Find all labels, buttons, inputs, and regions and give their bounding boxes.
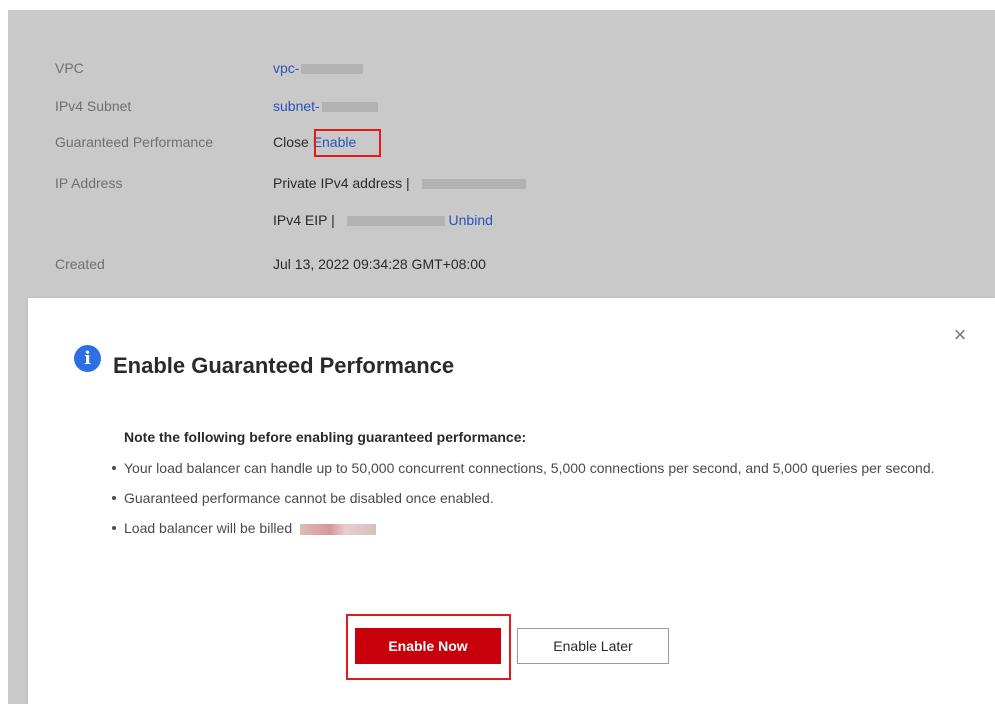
note-list: Your load balancer can handle up to 50,0… [110, 453, 970, 543]
close-icon[interactable]: × [951, 324, 969, 346]
row-guaranteed-performance: Guaranteed Performance Close Enable [8, 130, 995, 154]
private-ipv4-label: Private IPv4 address | [273, 175, 410, 191]
redacted-subnet [321, 102, 378, 113]
created-value: Jul 13, 2022 09:34:28 GMT+08:00 [273, 256, 486, 272]
subnet-link[interactable]: subnet- [273, 98, 320, 114]
enable-later-button[interactable]: Enable Later [517, 628, 669, 664]
enable-performance-dialog: × i Enable Guaranteed Performance Note t… [28, 298, 995, 704]
row-ip-address: IP Address Private IPv4 address | [8, 171, 995, 195]
vpc-label: VPC [55, 60, 84, 76]
info-icon: i [74, 345, 101, 372]
billing-text: Load balancer will be billed [124, 520, 293, 536]
ip-address-label: IP Address [55, 175, 123, 191]
private-ipv4-value: Private IPv4 address | [273, 171, 526, 195]
performance-status: Close [273, 134, 309, 150]
enable-now-highlight [346, 614, 511, 680]
note-item-billing: Load balancer will be billed [110, 513, 970, 543]
note-item-cannot-disable: Guaranteed performance cannot be disable… [110, 483, 970, 513]
note-item-connections: Your load balancer can handle up to 50,0… [110, 453, 970, 483]
dialog-title: Enable Guaranteed Performance [113, 353, 455, 378]
row-ipv4-subnet: IPv4 Subnet subnet- [8, 94, 995, 118]
redacted-eip [346, 216, 445, 227]
vpc-value: vpc- [273, 56, 364, 80]
row-vpc: VPC vpc- [8, 56, 995, 80]
note-title: Note the following before enabling guara… [124, 429, 527, 445]
ipv4-subnet-label: IPv4 Subnet [55, 98, 132, 114]
ipv4-subnet-value: subnet- [273, 94, 378, 118]
created-label: Created [55, 256, 105, 272]
redacted-price [300, 523, 377, 535]
ipv4-eip-label: IPv4 EIP | [273, 212, 335, 228]
row-created: Created Jul 13, 2022 09:34:28 GMT+08:00 [8, 252, 995, 276]
guaranteed-performance-label: Guaranteed Performance [55, 134, 213, 150]
unbind-link[interactable]: Unbind [449, 212, 493, 228]
vpc-link[interactable]: vpc- [273, 60, 299, 76]
redacted-private-ip [421, 179, 526, 190]
enable-link-highlight [314, 129, 381, 157]
ipv4-eip-value: IPv4 EIP | Unbind [273, 208, 493, 232]
redacted-vpc [301, 64, 364, 75]
row-ipv4-eip: IPv4 EIP | Unbind [8, 208, 995, 232]
